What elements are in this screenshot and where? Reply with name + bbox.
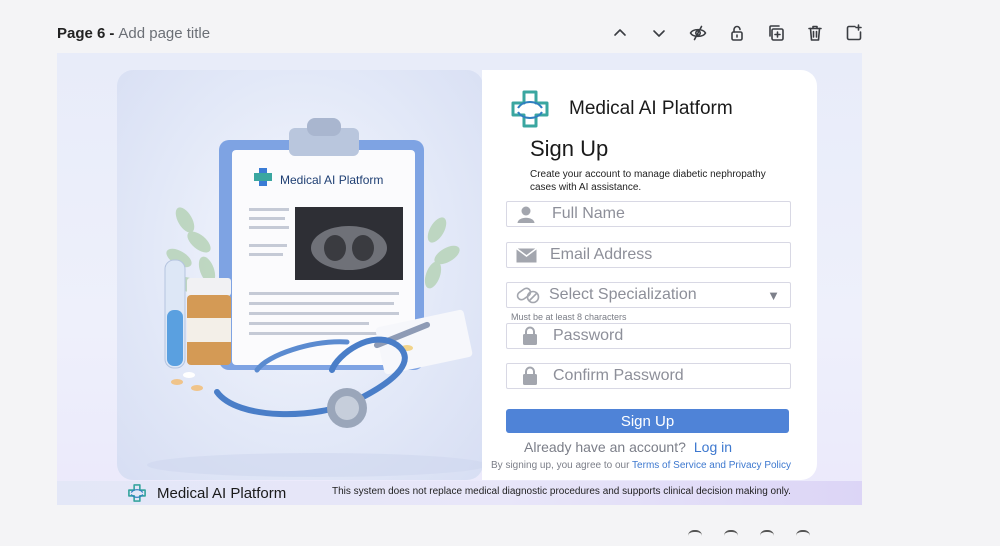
medical-cross-logo-icon xyxy=(128,484,146,502)
add-page-button[interactable] xyxy=(834,20,873,46)
page-separator: - xyxy=(109,24,115,42)
password-field[interactable]: Password xyxy=(506,323,791,349)
eye-hide-icon xyxy=(689,25,706,41)
delete-page-button[interactable] xyxy=(795,20,834,46)
duplicate-page-icon xyxy=(768,25,784,41)
lock-page-button[interactable] xyxy=(717,20,756,46)
chevron-down-icon: ▼ xyxy=(767,287,780,303)
clipboard-illustration xyxy=(147,118,483,477)
email-field[interactable]: Email Address xyxy=(506,242,791,268)
hide-page-button[interactable] xyxy=(678,20,717,46)
page-toolbar xyxy=(600,20,873,46)
specialization-placeholder: Select Specialization xyxy=(549,286,697,303)
chevron-up-icon xyxy=(613,29,626,36)
brand-name: Medical AI Platform xyxy=(569,98,733,119)
add-page-icon xyxy=(846,24,862,41)
chevron-down-icon[interactable] xyxy=(724,530,738,546)
chevron-up-icon[interactable] xyxy=(688,530,702,546)
canvas-footer: Medical AI Platform This system does not… xyxy=(57,481,862,505)
full-name-placeholder: Full Name xyxy=(552,205,625,222)
password-placeholder: Password xyxy=(553,327,624,344)
eye-hide-icon[interactable] xyxy=(760,530,774,546)
clipboard-brand-label: Medical AI Platform xyxy=(280,173,384,187)
terms-text: By signing up, you agree to our Terms of… xyxy=(491,460,791,471)
move-down-button[interactable] xyxy=(639,20,678,46)
terms-link[interactable]: Terms of Service and Privacy Policy xyxy=(632,460,791,471)
trash-icon xyxy=(807,25,822,41)
footer-brand-name: Medical AI Platform xyxy=(157,484,287,502)
lock-icon xyxy=(523,366,537,385)
lock-icon[interactable] xyxy=(796,530,810,546)
medical-cross-logo-icon xyxy=(511,90,549,128)
full-name-field[interactable]: Full Name xyxy=(506,201,791,227)
email-placeholder: Email Address xyxy=(550,246,653,263)
password-hint: Must be at least 8 characters xyxy=(511,312,627,322)
chevron-down-icon xyxy=(652,30,665,37)
footer-brand: Medical AI Platform xyxy=(127,483,286,503)
next-page-toolbar xyxy=(688,530,810,546)
lock-icon xyxy=(730,25,743,41)
pills-icon xyxy=(516,287,540,304)
confirm-password-field[interactable]: Confirm Password xyxy=(506,363,791,389)
signup-button[interactable]: Sign Up xyxy=(506,409,789,433)
design-canvas[interactable]: Medical AI Platform Medical AI Platform … xyxy=(57,53,862,505)
specialization-select[interactable]: Select Specialization ▼ xyxy=(506,282,791,308)
terms-prefix: By signing up, you agree to our xyxy=(491,460,630,471)
page-title-input[interactable]: Add page title xyxy=(118,25,210,42)
login-row: Already have an account? Log in xyxy=(524,439,732,455)
page-label: Page 6 xyxy=(57,24,106,42)
medical-illustration: Medical AI Platform xyxy=(117,70,483,480)
lock-icon xyxy=(523,326,537,345)
confirm-password-placeholder: Confirm Password xyxy=(553,367,684,384)
brand: Medical AI Platform xyxy=(509,88,733,130)
login-prompt: Already have an account? xyxy=(524,439,686,455)
mail-icon xyxy=(516,247,537,262)
user-icon xyxy=(517,206,535,223)
footer-disclaimer: This system does not replace medical dia… xyxy=(332,486,791,497)
duplicate-page-button[interactable] xyxy=(756,20,795,46)
move-up-button[interactable] xyxy=(600,20,639,46)
signup-description: Create your account to manage diabetic n… xyxy=(530,169,766,193)
login-link[interactable]: Log in xyxy=(694,439,732,455)
page-header: Page 6 - Add page title xyxy=(57,22,210,44)
signup-card: Medical AI Platform Sign Up Create your … xyxy=(482,70,817,480)
signup-title: Sign Up xyxy=(530,136,609,161)
